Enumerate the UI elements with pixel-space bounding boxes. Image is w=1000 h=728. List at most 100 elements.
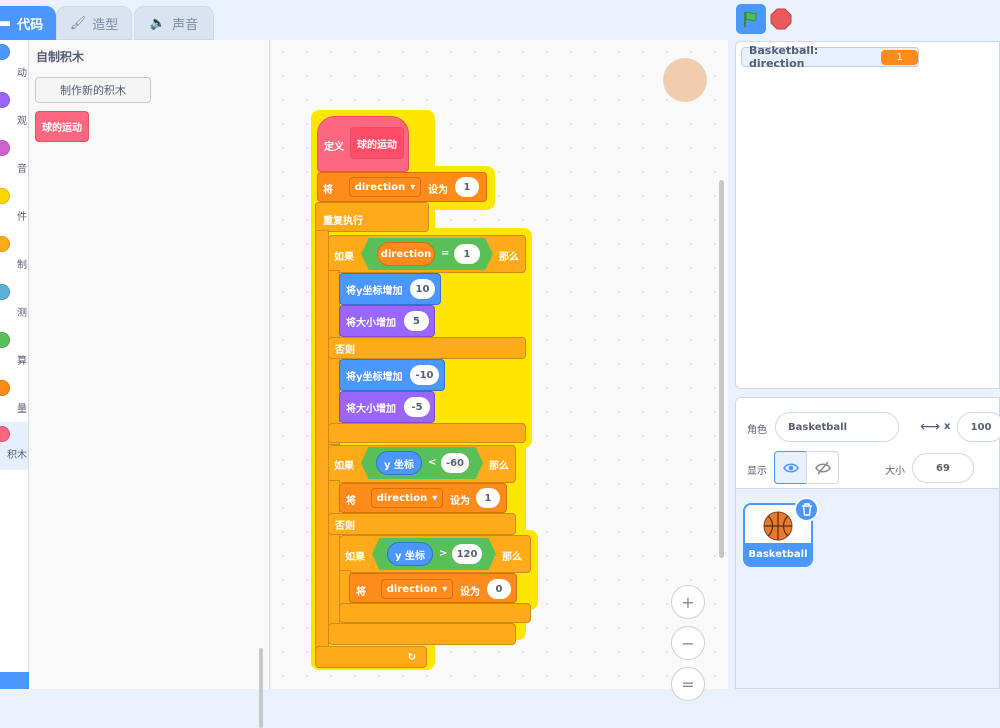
x-input[interactable]: 100	[957, 412, 1000, 442]
show-label: 显示	[747, 466, 767, 477]
chevron-down-icon: ▾	[442, 583, 448, 595]
category-dot-icon	[0, 426, 10, 442]
category-dot-icon	[0, 140, 10, 156]
category-variables[interactable]: 量	[0, 376, 28, 424]
define-name-block[interactable]: 球的运动	[350, 127, 404, 159]
category-label: 算	[17, 356, 27, 367]
size-input[interactable]: 69	[912, 453, 974, 483]
direction-reporter[interactable]: direction	[377, 242, 435, 266]
chevron-down-icon: ▾	[432, 492, 438, 504]
tab-sounds-label: 声音	[172, 17, 199, 33]
operator-symbol: <	[428, 457, 437, 468]
zoom-reset-icon: =	[681, 674, 695, 694]
set-label: 将	[323, 185, 333, 196]
delete-sprite-button[interactable]	[794, 497, 819, 522]
sprite-card-name: Basketball	[745, 543, 811, 565]
hide-sprite-button[interactable]	[806, 451, 839, 484]
value-input[interactable]: 1	[455, 177, 479, 197]
category-operators[interactable]: 算	[0, 328, 28, 376]
variable-dropdown[interactable]: direction ▾	[381, 579, 453, 599]
zoom-reset-button[interactable]: =	[671, 667, 705, 701]
variable-monitor: Basketball: direction 1	[741, 44, 919, 70]
sprite-name-input[interactable]: Basketball	[775, 412, 899, 442]
green-flag-button[interactable]	[736, 4, 766, 34]
category-label: 量	[17, 404, 27, 415]
change-y-input[interactable]: -10	[410, 365, 439, 385]
forever-label: 重复执行	[323, 216, 363, 227]
if-label: 如果	[334, 252, 354, 263]
stage-header	[728, 0, 1000, 40]
category-label: 件	[17, 212, 27, 223]
brush-icon: 🖌	[69, 15, 87, 31]
show-sprite-button[interactable]	[774, 451, 807, 484]
category-motion[interactable]: 动	[0, 40, 28, 88]
sprite-label: 角色	[747, 425, 767, 436]
value-input[interactable]: 1	[476, 488, 500, 508]
block-palette: 自制积木 制作新的积木 球的运动	[29, 40, 270, 728]
stop-button[interactable]	[770, 8, 792, 30]
change-y-input[interactable]: 10	[410, 279, 435, 299]
define-label: 定义	[324, 142, 344, 153]
else-label: 否则	[335, 520, 355, 532]
palette-section-title: 自制积木	[36, 50, 85, 64]
if-end	[339, 603, 531, 623]
scratch-editor: ▬ 代码 🖌 造型 🔈 声音 动 观 音 件 制 测 算 量 积木 自制积木 制…	[0, 0, 1000, 728]
category-looks[interactable]: 观	[0, 88, 28, 136]
y-position-reporter-label: y 坐标	[384, 459, 414, 471]
tab-code[interactable]: ▬ 代码	[0, 6, 56, 40]
change-size-input[interactable]: 5	[404, 311, 429, 331]
else-label: 否则	[335, 344, 355, 356]
compare-value-input[interactable]: -60	[441, 453, 469, 473]
set-to-label: 设为	[428, 185, 448, 196]
editor-tabs: ▬ 代码 🖌 造型 🔈 声音	[0, 0, 728, 40]
workspace-scrollbar[interactable]	[719, 180, 724, 558]
make-block-button[interactable]: 制作新的积木	[35, 77, 151, 103]
zoom-in-icon: +	[681, 592, 695, 612]
category-dot-icon	[0, 332, 10, 348]
stop-icon	[770, 8, 792, 30]
category-bottom-bar	[0, 672, 29, 689]
palette-scrollbar[interactable]	[259, 648, 263, 728]
direction-reporter-label: direction	[380, 248, 432, 260]
category-dot-icon	[0, 236, 10, 252]
loop-arrow-icon: ↻	[407, 651, 416, 663]
else-block: 否则	[328, 337, 526, 359]
change-size-label: 将大小增加	[346, 317, 396, 329]
green-flag-icon	[744, 11, 757, 27]
if-else-end	[328, 623, 516, 645]
y-position-reporter[interactable]: y 坐标	[387, 542, 433, 566]
zoom-in-button[interactable]: +	[671, 585, 705, 619]
value-input[interactable]: 0	[487, 579, 511, 599]
category-events[interactable]: 件	[0, 184, 28, 232]
variable-dropdown[interactable]: direction ▾	[371, 488, 443, 508]
category-control[interactable]: 制	[0, 232, 28, 280]
category-my-blocks[interactable]: 积木	[0, 422, 28, 470]
category-label: 测	[17, 308, 27, 319]
if-label: 如果	[334, 461, 354, 472]
compare-value-input[interactable]: 120	[452, 544, 482, 564]
variable-name: direction	[376, 492, 428, 504]
then-label: 那么	[502, 552, 522, 563]
stage[interactable]	[735, 41, 1000, 389]
x-label: x	[944, 421, 951, 432]
change-size-input[interactable]: -5	[404, 397, 430, 417]
y-position-reporter[interactable]: y 坐标	[376, 451, 422, 475]
change-y-label: 将y坐标增加	[346, 285, 403, 297]
change-y-label: 将y坐标增加	[346, 371, 403, 383]
tab-costumes[interactable]: 🖌 造型	[56, 6, 132, 40]
compare-value-input[interactable]: 1	[454, 244, 480, 264]
forever-arm	[315, 230, 329, 650]
category-sound[interactable]: 音	[0, 136, 28, 184]
zoom-out-button[interactable]: −	[671, 626, 705, 660]
category-sensing[interactable]: 测	[0, 280, 28, 328]
tab-sounds[interactable]: 🔈 声音	[134, 6, 214, 40]
set-label: 将	[356, 587, 366, 598]
variable-dropdown[interactable]: direction ▾	[349, 177, 421, 197]
size-label: 大小	[885, 466, 905, 477]
operator-symbol: =	[441, 248, 450, 259]
category-menu: 动 观 音 件 制 测 算 量 积木	[0, 40, 29, 689]
category-label: 音	[17, 164, 27, 175]
monitor-label: Basketball: direction	[749, 44, 819, 70]
palette-custom-block[interactable]: 球的运动	[35, 111, 89, 142]
category-dot-icon	[0, 284, 10, 300]
